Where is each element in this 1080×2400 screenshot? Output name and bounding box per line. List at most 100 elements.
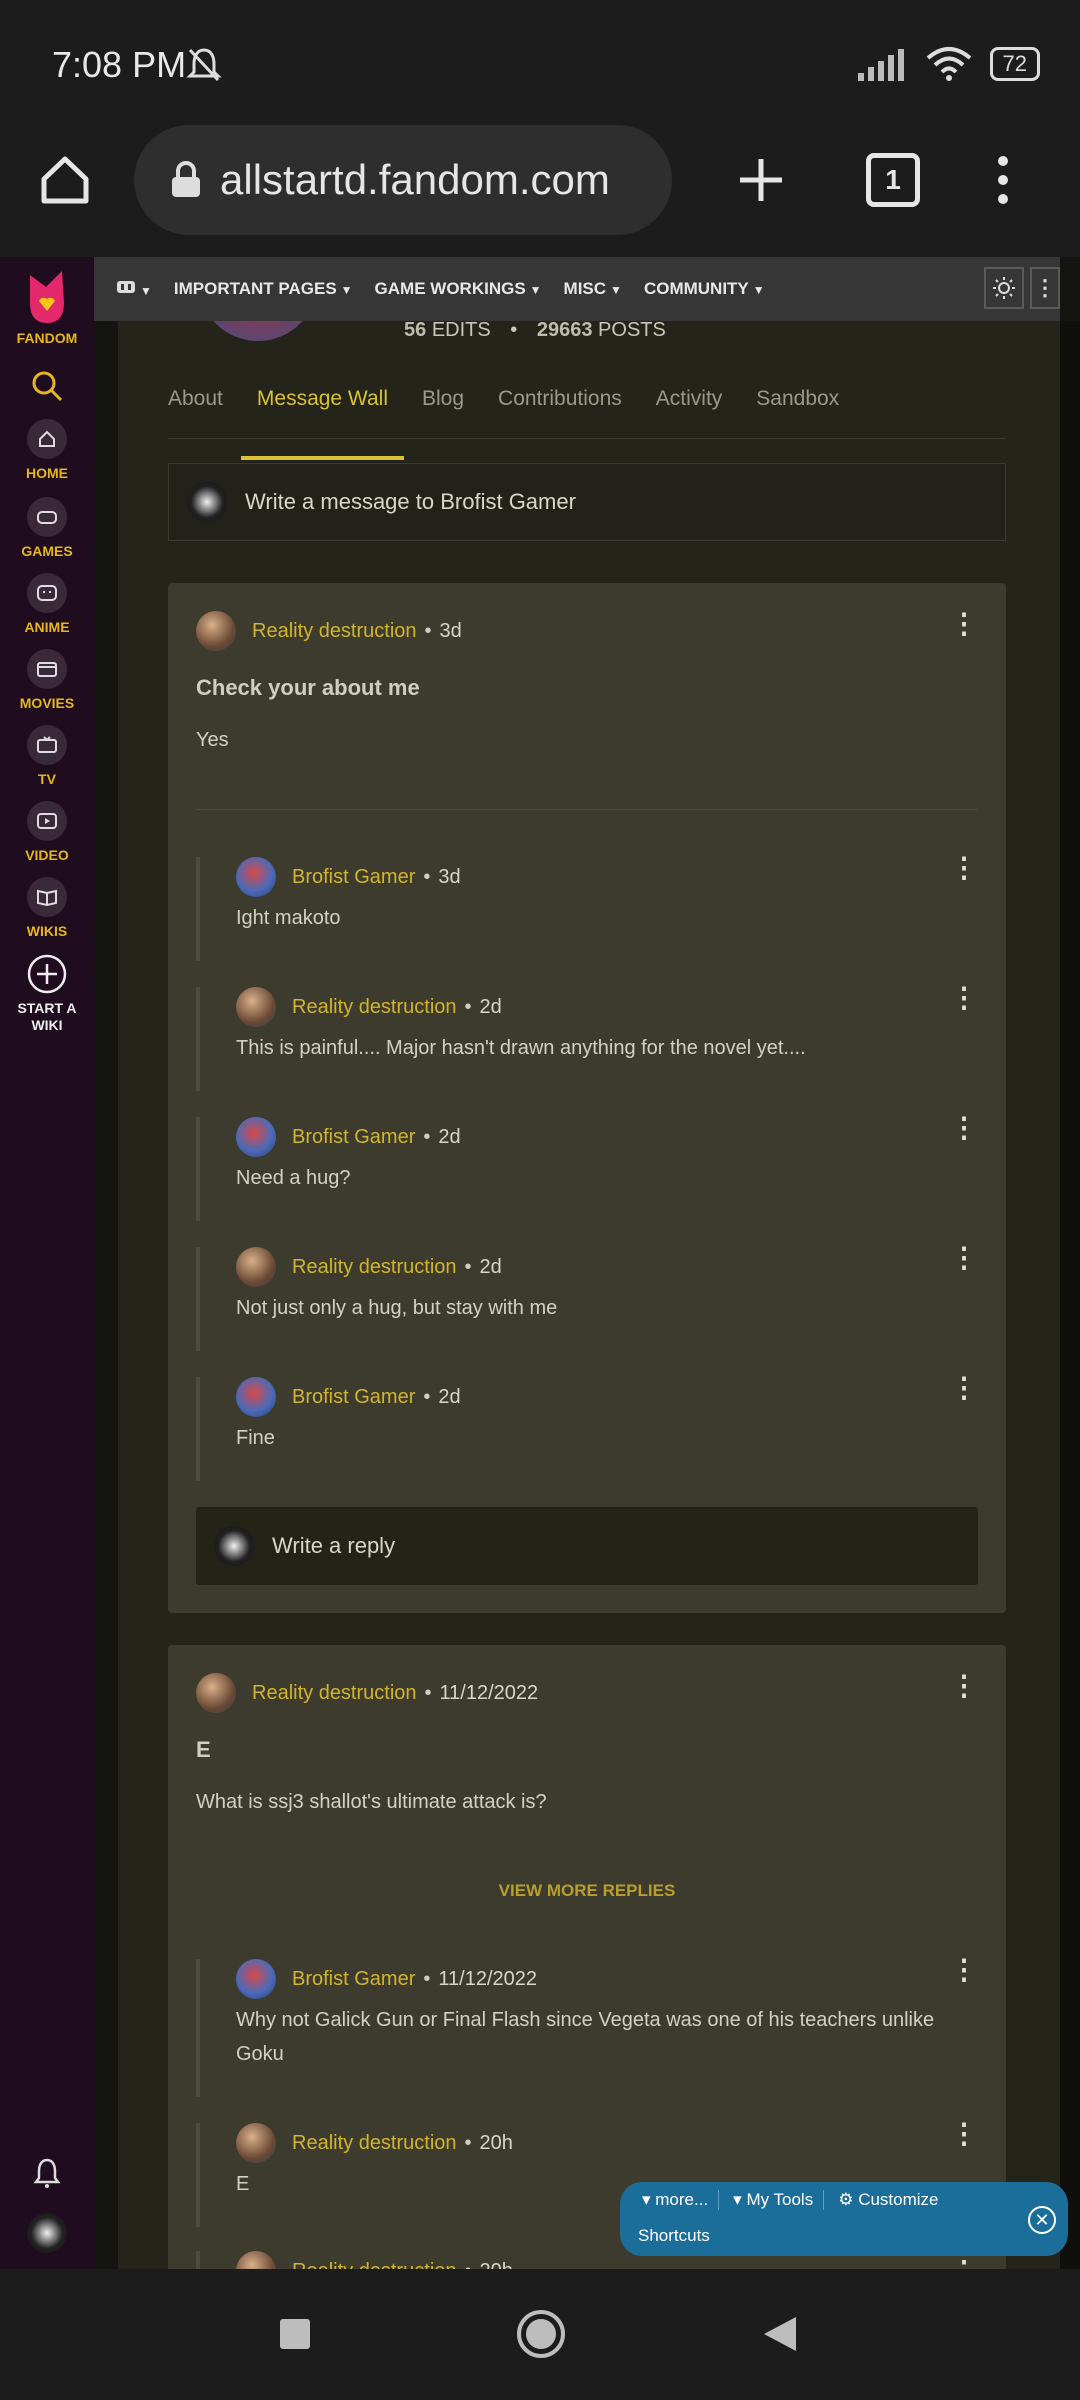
back-icon[interactable] [762, 2315, 798, 2353]
nav-important-pages[interactable]: IMPORTANT PAGES ▼ [174, 279, 353, 299]
reply-time: 2d [479, 995, 502, 1018]
author-avatar[interactable] [236, 1247, 276, 1287]
tab-contributions[interactable]: Contributions [498, 373, 622, 438]
reply-menu-icon[interactable]: ⋮ [950, 851, 978, 884]
browser-menu-icon[interactable] [976, 153, 1030, 207]
post-menu-icon[interactable]: ⋮ [950, 1669, 978, 1702]
author-avatar[interactable] [236, 1959, 276, 1999]
author-avatar[interactable] [236, 2123, 276, 2163]
edits-label: EDITS [431, 319, 491, 341]
rail-notifications[interactable] [0, 2157, 94, 2192]
author-link[interactable]: Brofist Gamer [292, 1386, 415, 1409]
post-menu-icon[interactable]: ⋮ [950, 607, 978, 640]
tab-activity[interactable]: Activity [656, 373, 723, 438]
rail-tv[interactable]: TV [0, 725, 94, 787]
address-bar[interactable]: allstartd.fandom.com [134, 125, 672, 235]
chevron-down-icon: ▼ [610, 283, 622, 297]
home-button-icon[interactable] [516, 2309, 566, 2359]
new-tab-icon[interactable] [734, 153, 788, 207]
wiki-home-menu[interactable]: ▼ [116, 279, 152, 300]
book-icon [27, 877, 67, 917]
reply-menu-icon[interactable]: ⋮ [950, 1241, 978, 1274]
reply-menu-icon[interactable]: ⋮ [950, 1111, 978, 1144]
search-icon [32, 371, 63, 402]
author-avatar[interactable] [236, 987, 276, 1027]
author-avatar[interactable] [236, 2251, 276, 2269]
author-link[interactable]: Brofist Gamer [292, 1968, 415, 1991]
reply-item: Brofist Gamer • 2d ⋮ Fine [196, 1372, 978, 1481]
rail-label: TV [38, 771, 56, 787]
reply-header: Brofist Gamer • 2d [236, 1377, 461, 1417]
post-time: 11/12/2022 [439, 1681, 539, 1704]
chevron-down-icon: ▼ [752, 283, 765, 297]
fandom-logo[interactable]: FANDOM [0, 267, 94, 346]
home-icon[interactable] [38, 153, 92, 207]
reply-menu-icon[interactable]: ⋮ [950, 1371, 978, 1404]
rail-home[interactable]: HOME [0, 419, 94, 481]
reply-item: Brofist Gamer • 3d ⋮ Ight makoto [196, 852, 978, 961]
divider [196, 809, 978, 810]
message-thread: Reality destruction • 11/12/2022 ⋮ E Wha… [168, 1645, 1006, 2269]
rail-search[interactable] [0, 369, 94, 406]
wiki-navigation: ▼ IMPORTANT PAGES ▼ GAME WORKINGS ▼ MISC ▼ … [94, 257, 1060, 321]
rail-movies[interactable]: MOVIES [0, 649, 94, 711]
tab-switcher-button[interactable]: 1 [866, 153, 920, 207]
author-link[interactable]: Reality destruction [292, 996, 457, 1019]
post-body: Yes [196, 729, 229, 751]
reply-input[interactable]: Write a reply [196, 1507, 978, 1585]
post-header: Reality destruction • 11/12/2022 [196, 1673, 538, 1713]
reply-menu-icon[interactable]: ⋮ [950, 981, 978, 1014]
message-compose-box[interactable]: Write a message to Brofist Gamer [168, 463, 1006, 541]
rail-video[interactable]: VIDEO [0, 801, 94, 863]
author-link[interactable]: Brofist Gamer [292, 1126, 415, 1149]
reply-time: 20h [480, 2260, 513, 2270]
post-body: What is ssj3 shallot's ultimate attack i… [196, 1791, 547, 1813]
author-link[interactable]: Reality destruction [252, 620, 417, 643]
recents-icon[interactable] [278, 2317, 312, 2351]
nav-misc[interactable]: MISC ▼ [564, 279, 622, 299]
close-icon[interactable]: ✕ [1028, 2206, 1056, 2234]
rail-wikis[interactable]: WIKIS [0, 877, 94, 939]
tab-sandbox[interactable]: Sandbox [756, 373, 839, 438]
nav-more-icon[interactable]: ⋮ [1030, 267, 1060, 309]
rail-label: MOVIES [19, 695, 75, 711]
author-link[interactable]: Reality destruction [292, 1256, 457, 1279]
reply-time: 2d [479, 1255, 502, 1278]
rail-start-wiki[interactable]: START A WIKI [0, 953, 94, 1034]
nav-community[interactable]: COMMUNITY ▼ [644, 279, 765, 299]
nav-game-workings[interactable]: GAME WORKINGS ▼ [375, 279, 542, 299]
author-avatar[interactable] [236, 1117, 276, 1157]
signal-icon [857, 49, 904, 81]
toolbar-customize-label: Customize [858, 2190, 939, 2209]
toolbar-customize-button[interactable]: ⚙ Customize [834, 2190, 948, 2210]
theme-toggle-button[interactable] [984, 267, 1024, 309]
reply-bar [196, 1247, 200, 1351]
reply-menu-icon[interactable]: ⋮ [950, 1953, 978, 1986]
toolbar-shortcuts-link[interactable]: Shortcuts [638, 2226, 710, 2246]
tab-about[interactable]: About [168, 373, 223, 438]
gamepad-icon [27, 497, 67, 537]
current-user-avatar [214, 1526, 254, 1566]
toolbar-my-tools-button[interactable]: ▾ My Tools [729, 2190, 825, 2210]
chevron-down-icon: ▼ [529, 283, 542, 297]
rail-anime[interactable]: ANIME [0, 573, 94, 635]
author-link[interactable]: Reality destruction [292, 2260, 457, 2270]
status-time: 7:08 PM [52, 44, 187, 85]
tab-message-wall[interactable]: Message Wall [240, 373, 405, 460]
reply-body: Ight makoto [236, 907, 341, 929]
reply-menu-icon[interactable]: ⋮ [950, 2117, 978, 2150]
view-more-replies-button[interactable]: VIEW MORE REPLIES [168, 1881, 1006, 1901]
author-link[interactable]: Brofist Gamer [292, 866, 415, 889]
toolbar-more-button[interactable]: ▾ more... [638, 2190, 720, 2210]
author-avatar[interactable] [236, 857, 276, 897]
chevron-down-icon: ▼ [340, 283, 353, 297]
author-link[interactable]: Reality destruction [252, 1682, 417, 1705]
rail-games[interactable]: GAMES [0, 497, 94, 559]
reply-header: Reality destruction • 2d [236, 1247, 502, 1287]
tab-blog[interactable]: Blog [422, 373, 464, 438]
author-avatar[interactable] [236, 1377, 276, 1417]
author-link[interactable]: Reality destruction [292, 2132, 457, 2155]
rail-user-avatar[interactable] [0, 2213, 94, 2253]
author-avatar[interactable] [196, 1673, 236, 1713]
author-avatar[interactable] [196, 611, 236, 651]
